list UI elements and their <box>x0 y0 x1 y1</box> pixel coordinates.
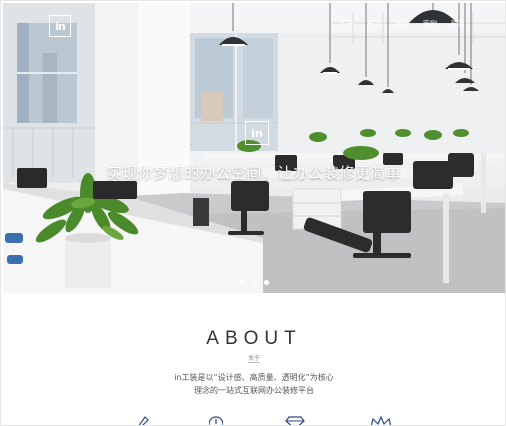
nav-item-contact[interactable]: 联系 <box>451 19 465 29</box>
feature-crown-icon <box>370 415 392 425</box>
nav-item-about[interactable]: 关于 <box>339 19 353 29</box>
carousel-dot-3[interactable] <box>263 280 269 285</box>
hero-center-logo: in <box>245 121 269 145</box>
carousel-dot-1[interactable] <box>239 280 245 285</box>
about-title: ABOUT <box>206 328 302 349</box>
about-subtitle: 关于 <box>247 355 260 362</box>
about-description-line-1: in工装是以“设计感、高质量、透明化”为核心 <box>174 373 334 382</box>
hero-banner[interactable]: in 关于 产品 服务 案例 联系 in 实现你梦想的办公空间，让办公装修更简单 <box>3 3 505 293</box>
carousel-dots <box>3 280 505 285</box>
hero-title: 实现你梦想的办公空间，让办公装修更简单 <box>106 164 402 182</box>
about-section: ABOUT 关于 in工装是以“设计感、高质量、透明化”为核心 理念的一站式互联… <box>1 293 505 425</box>
nav-item-cases[interactable]: 案例 <box>423 19 437 29</box>
feature-clock-icon <box>209 416 223 425</box>
main-nav: 关于 产品 服务 案例 联系 <box>339 19 465 29</box>
logo-icon[interactable]: in <box>49 15 71 37</box>
feature-icons-row <box>1 415 505 425</box>
feature-diamond-icon <box>285 416 305 425</box>
carousel-dot-2[interactable] <box>251 280 257 285</box>
office-photo <box>3 3 505 293</box>
divider <box>248 362 260 363</box>
page-frame: in 关于 产品 服务 案例 联系 in 实现你梦想的办公空间，让办公装修更简单… <box>0 0 506 426</box>
nav-item-products[interactable]: 产品 <box>367 19 381 29</box>
feature-pen-icon <box>138 416 149 425</box>
nav-item-services[interactable]: 服务 <box>395 19 409 29</box>
about-description-line-2: 理念的一站式互联网办公装修平台 <box>194 386 314 395</box>
